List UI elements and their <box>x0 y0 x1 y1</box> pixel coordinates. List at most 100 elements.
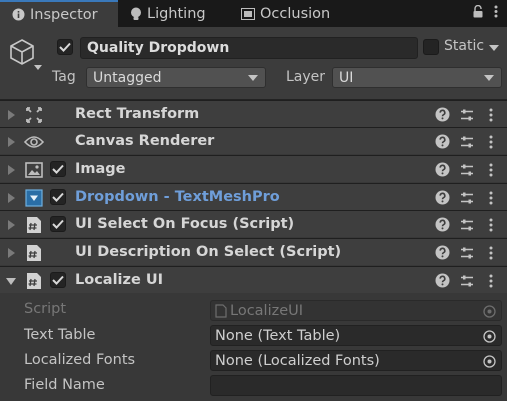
tab-label: Occlusion <box>260 5 331 22</box>
kebab-menu-icon[interactable] <box>483 189 499 206</box>
component-title: Image <box>75 161 126 177</box>
tab-occlusion[interactable]: Occlusion <box>241 0 351 27</box>
foldout-arrow-icon[interactable] <box>8 193 15 203</box>
component-title: Rect Transform <box>75 106 200 122</box>
static-dropdown-caret[interactable] <box>489 45 499 51</box>
foldout-arrow-icon[interactable] <box>6 278 16 285</box>
component-title: Dropdown - TextMeshPro <box>75 189 280 205</box>
presets-icon[interactable] <box>459 244 475 261</box>
image-icon <box>24 160 44 180</box>
component-ui-select-on-focus[interactable]: UI Select On Focus (Script) <box>0 210 507 237</box>
checkmark-icon <box>59 42 71 52</box>
dropdown-icon <box>24 188 44 208</box>
tab-bar-controls <box>467 0 507 27</box>
layer-dropdown[interactable]: UI <box>332 67 502 88</box>
component-title: Canvas Renderer <box>75 133 215 149</box>
localized-fonts-field[interactable]: None (Localized Fonts) <box>210 350 502 371</box>
kebab-menu-icon[interactable] <box>494 5 498 22</box>
active-checkbox[interactable] <box>57 39 73 55</box>
chevron-down-icon <box>484 75 494 81</box>
help-icon[interactable] <box>434 272 450 289</box>
gameobject-cube-icon <box>8 38 36 70</box>
help-icon[interactable] <box>434 189 450 206</box>
layer-label: Layer <box>286 69 326 85</box>
tab-label: Lighting <box>147 5 206 22</box>
kebab-menu-icon[interactable] <box>483 106 499 123</box>
presets-icon[interactable] <box>459 161 475 178</box>
occlusion-icon <box>241 7 255 20</box>
foldout-arrow-icon[interactable] <box>8 248 15 258</box>
tag-dropdown[interactable]: Untagged <box>86 67 266 88</box>
kebab-menu-icon[interactable] <box>483 216 499 233</box>
presets-icon[interactable] <box>459 133 475 150</box>
tag-label: Tag <box>52 69 76 85</box>
localized-fonts-value: None (Localized Fonts) <box>215 352 380 369</box>
field-name-label: Field Name <box>24 377 105 393</box>
help-icon[interactable] <box>434 244 450 261</box>
component-enabled-checkbox[interactable] <box>50 189 66 205</box>
tab-inspector[interactable]: Inspector <box>0 0 118 27</box>
kebab-menu-icon[interactable] <box>483 272 499 289</box>
presets-icon[interactable] <box>459 216 475 233</box>
checkmark-icon <box>52 164 64 174</box>
tab-bar: Inspector Lighting Occlusion <box>0 0 507 27</box>
component-enabled-checkbox[interactable] <box>50 216 66 232</box>
object-name-text: Quality Dropdown <box>87 40 230 56</box>
kebab-menu-icon[interactable] <box>483 244 499 261</box>
component-dropdown-textmeshpro[interactable]: Dropdown - TextMeshPro <box>0 183 507 210</box>
kebab-menu-icon[interactable] <box>483 133 499 150</box>
component-title: UI Select On Focus (Script) <box>75 216 295 232</box>
chevron-down-icon <box>248 75 258 81</box>
presets-icon[interactable] <box>459 272 475 289</box>
checkmark-icon <box>52 275 64 285</box>
component-ui-description-on-select[interactable]: UI Description On Select (Script) <box>0 238 507 265</box>
object-picker-icon <box>481 303 497 319</box>
foldout-arrow-icon[interactable] <box>8 165 15 175</box>
lightbulb-icon <box>130 7 142 21</box>
info-icon <box>12 8 25 21</box>
script-icon <box>24 271 44 291</box>
eye-icon <box>24 132 44 152</box>
tab-label: Inspector <box>30 6 98 23</box>
component-enabled-checkbox[interactable] <box>50 161 66 177</box>
foldout-arrow-icon[interactable] <box>8 110 15 120</box>
tag-value: Untagged <box>93 69 162 86</box>
help-icon[interactable] <box>434 133 450 150</box>
component-canvas-renderer[interactable]: Canvas Renderer <box>0 127 507 154</box>
foldout-arrow-icon[interactable] <box>8 137 15 147</box>
component-enabled-checkbox[interactable] <box>50 272 66 288</box>
lock-icon[interactable] <box>473 4 483 22</box>
localized-fonts-label: Localized Fonts <box>24 352 136 368</box>
localize-ui-properties: Script LocalizeUI Text Table None (Text … <box>0 293 507 401</box>
component-rect-transform[interactable]: Rect Transform <box>0 100 507 127</box>
kebab-menu-icon[interactable] <box>483 161 499 178</box>
script-icon <box>24 243 44 263</box>
help-icon[interactable] <box>434 106 450 123</box>
component-title: Localize UI <box>75 272 164 288</box>
object-picker-icon[interactable] <box>481 353 497 369</box>
field-name-input[interactable] <box>210 375 502 396</box>
object-name-field[interactable]: Quality Dropdown <box>80 37 418 59</box>
component-title: UI Description On Select (Script) <box>75 244 342 260</box>
help-icon[interactable] <box>434 216 450 233</box>
object-picker-icon[interactable] <box>481 328 497 344</box>
text-table-field[interactable]: None (Text Table) <box>210 325 502 346</box>
checkmark-icon <box>52 192 64 202</box>
layer-value: UI <box>339 69 354 86</box>
component-image[interactable]: Image <box>0 155 507 182</box>
help-icon[interactable] <box>434 161 450 178</box>
component-localize-ui[interactable]: Localize UI <box>0 266 507 293</box>
text-table-label: Text Table <box>24 327 96 343</box>
text-table-value: None (Text Table) <box>215 327 341 344</box>
presets-icon[interactable] <box>459 189 475 206</box>
gameobject-header: Quality Dropdown Static Tag Untagged Lay… <box>0 27 507 100</box>
script-icon <box>24 215 44 235</box>
foldout-arrow-icon[interactable] <box>8 220 15 230</box>
tab-lighting[interactable]: Lighting <box>130 0 230 27</box>
presets-icon[interactable] <box>459 106 475 123</box>
script-value: LocalizeUI <box>230 302 304 319</box>
static-label[interactable]: Static <box>444 38 484 54</box>
icon-dropdown-caret[interactable] <box>34 65 42 70</box>
rect-transform-icon <box>24 105 44 125</box>
static-checkbox[interactable] <box>423 39 439 55</box>
